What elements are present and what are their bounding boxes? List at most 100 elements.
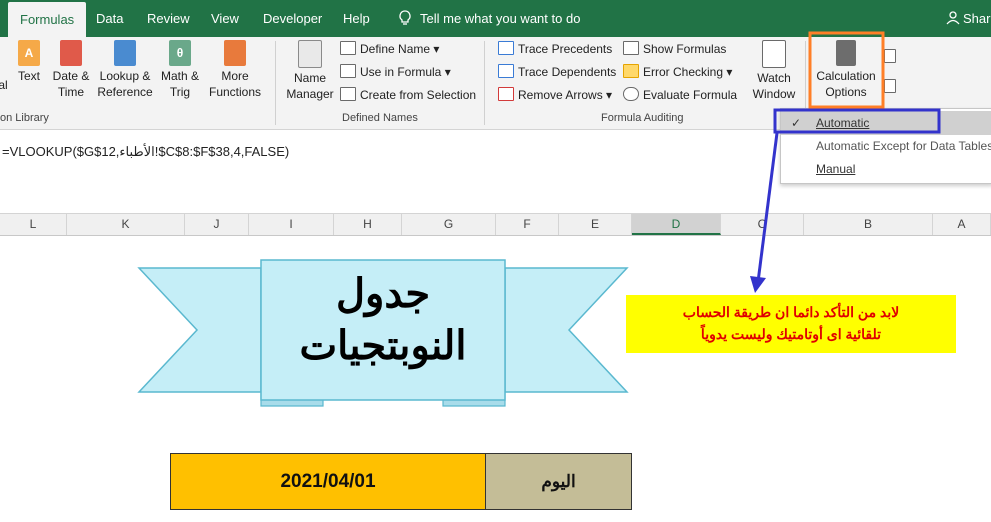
- lookup-icon: [114, 40, 136, 66]
- tell-me-search[interactable]: Tell me what you want to do: [398, 0, 580, 37]
- lookup-reference-button[interactable]: Lookup & Reference: [95, 40, 155, 100]
- checkmark-icon: ✓: [791, 116, 802, 130]
- note-line1: لابد من التأكد دائما ان طريقة الحساب: [682, 304, 900, 320]
- banner-title-line1: جدول: [335, 272, 431, 316]
- tab-review[interactable]: Review: [147, 0, 190, 37]
- define-name-icon: [340, 41, 356, 55]
- more-functions-label: More Functions: [208, 69, 262, 99]
- lightbulb-icon: [399, 10, 411, 25]
- calculate-now-button[interactable]: [884, 47, 900, 67]
- calculation-options-menu: ✓ Automatic Automatic Except for Data Ta…: [780, 108, 991, 184]
- calculation-note: لابد من التأكد دائما ان طريقة الحساب تلق…: [626, 295, 956, 353]
- show-formulas-label: Show Formulas: [643, 42, 727, 56]
- calculate-sheet-button[interactable]: [884, 77, 900, 97]
- text-function-icon: A: [18, 40, 40, 66]
- ribbon-tab-bar: Formulas Data Review View Developer Help…: [0, 0, 991, 37]
- trace-dependents-label: Trace Dependents: [518, 65, 617, 79]
- person-icon: [946, 11, 960, 25]
- menu-item-automatic-except-tables[interactable]: Automatic Except for Data Tables: [781, 134, 991, 158]
- defined-names-group-label: Defined Names: [342, 112, 418, 124]
- tab-view[interactable]: View: [211, 0, 239, 37]
- share-button[interactable]: Share: [946, 0, 991, 37]
- watch-window-button[interactable]: Watch Window: [748, 40, 800, 102]
- column-header-h[interactable]: H: [334, 214, 402, 235]
- banner-title-line2: النوبتجيات: [299, 324, 467, 368]
- date-time-button[interactable]: Date & Time: [50, 40, 92, 100]
- column-header-j[interactable]: J: [185, 214, 249, 235]
- show-formulas-icon: [623, 41, 639, 55]
- tab-developer[interactable]: Developer: [263, 0, 322, 37]
- evaluate-formula-label: Evaluate Formula: [643, 88, 738, 102]
- use-in-formula-label: Use in Formula: [360, 65, 442, 79]
- column-header-g[interactable]: G: [402, 214, 496, 235]
- tab-help[interactable]: Help: [343, 0, 370, 37]
- group-separator: [484, 41, 485, 125]
- title-ribbon-banner: جدول النوبتجيات: [133, 256, 633, 414]
- trace-dependents-icon: [498, 64, 514, 78]
- error-checking-button[interactable]: Error Checking ▾: [623, 62, 732, 82]
- menu-item-automatic-label: Automatic: [816, 116, 870, 130]
- column-header-k[interactable]: K: [67, 214, 185, 235]
- calculate-sheet-icon: [884, 79, 896, 93]
- math-trig-button[interactable]: θ Math & Trig: [158, 40, 202, 100]
- define-name-button[interactable]: Define Name ▾: [340, 39, 439, 59]
- define-name-label: Define Name: [360, 42, 431, 56]
- chevron-down-icon: ▾: [433, 42, 440, 56]
- column-header-a[interactable]: A: [933, 214, 991, 235]
- chevron-down-icon: ▾: [606, 88, 613, 102]
- text-functions-button[interactable]: A Text: [14, 40, 44, 84]
- chevron-down-icon: ▾: [444, 65, 451, 79]
- calculate-now-icon: [884, 49, 896, 63]
- math-trig-label: Math & Trig: [160, 69, 199, 99]
- calculation-options-button[interactable]: Calculation Options: [812, 40, 880, 100]
- group-separator: [275, 41, 276, 125]
- tell-me-text: Tell me what you want to do: [420, 11, 581, 26]
- menu-item-manual-label: Manual: [816, 162, 856, 176]
- more-functions-icon: [224, 40, 246, 66]
- trace-precedents-button[interactable]: Trace Precedents: [498, 39, 612, 59]
- watch-window-label: Watch Window: [752, 71, 796, 101]
- more-functions-button[interactable]: More Functions: [204, 40, 266, 100]
- tab-data[interactable]: Data: [96, 0, 123, 37]
- column-header-b[interactable]: B: [804, 214, 933, 235]
- formula-auditing-group-label: Formula Auditing: [601, 112, 684, 124]
- warning-icon: [623, 64, 639, 78]
- show-formulas-button[interactable]: Show Formulas: [623, 39, 726, 59]
- menu-item-automatic-except-tables-label: Automatic Except for Data Tables: [816, 139, 991, 153]
- create-from-selection-label: Create from Selection: [360, 88, 477, 102]
- create-from-selection-icon: [340, 87, 356, 101]
- theta-icon: θ: [169, 40, 191, 66]
- trace-precedents-icon: [498, 41, 514, 55]
- column-header-c[interactable]: C: [721, 214, 804, 235]
- menu-item-automatic[interactable]: ✓ Automatic: [781, 111, 991, 135]
- column-header-d[interactable]: D: [632, 214, 721, 235]
- column-headers: L K J I H G F E D C B A: [0, 213, 991, 236]
- function-fx-icon: [340, 64, 356, 78]
- evaluate-formula-button[interactable]: Evaluate Formula: [623, 85, 737, 105]
- remove-arrows-button[interactable]: Remove Arrows ▾: [498, 85, 612, 105]
- menu-item-manual[interactable]: Manual: [781, 157, 991, 181]
- create-from-selection-button[interactable]: Create from Selection: [340, 85, 476, 105]
- column-header-f[interactable]: F: [496, 214, 559, 235]
- partial-function-button[interactable]: al: [0, 77, 8, 93]
- tab-formulas[interactable]: Formulas: [8, 2, 87, 37]
- column-header-e[interactable]: E: [559, 214, 632, 235]
- error-checking-label: Error Checking: [643, 65, 724, 79]
- name-manager-icon: [298, 40, 322, 68]
- watch-window-icon: [762, 40, 786, 68]
- evaluate-formula-icon: [623, 87, 639, 101]
- date-cell[interactable]: 2021/04/01: [170, 453, 486, 510]
- trace-dependents-button[interactable]: Trace Dependents: [498, 62, 616, 82]
- column-header-i[interactable]: I: [249, 214, 334, 235]
- chevron-down-icon: ▾: [726, 65, 733, 79]
- calculator-icon: [836, 40, 856, 66]
- name-manager-button[interactable]: Name Manager: [284, 40, 336, 102]
- use-in-formula-button[interactable]: Use in Formula ▾: [340, 62, 451, 82]
- name-manager-label: Name Manager: [286, 71, 334, 101]
- day-label-cell[interactable]: اليوم: [486, 453, 632, 510]
- remove-arrows-label: Remove Arrows: [518, 88, 603, 102]
- formula-text: =VLOOKUP($G$12,الأطباء!$C$8:$F$38,4,FALS…: [2, 144, 290, 159]
- text-functions-label: Text: [17, 69, 40, 83]
- remove-arrows-icon: [498, 87, 514, 101]
- column-header-l[interactable]: L: [0, 214, 67, 235]
